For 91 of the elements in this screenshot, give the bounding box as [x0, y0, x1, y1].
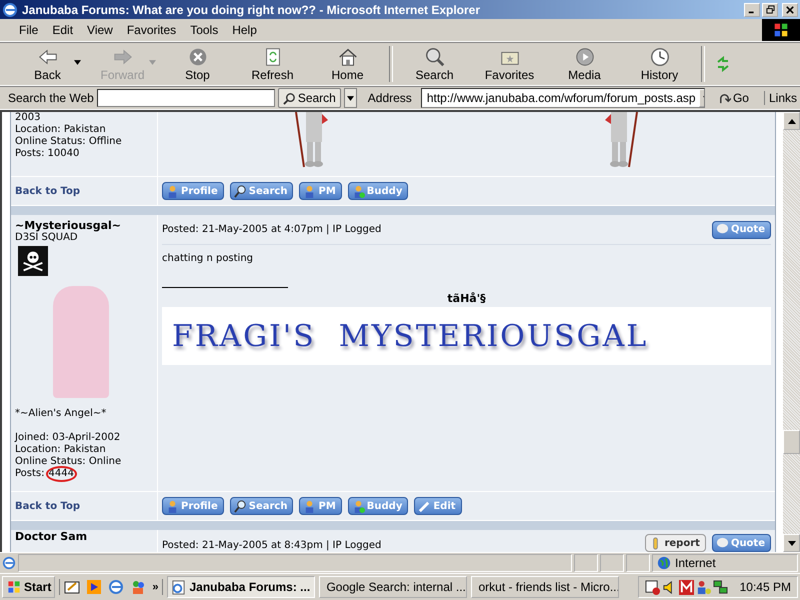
caret-icon[interactable] [74, 60, 81, 65]
messenger-icon[interactable] [130, 579, 146, 595]
post-date: Posted: 21-May-2005 at 8:43pm | IP Logged [162, 540, 382, 552]
search-icon [234, 500, 247, 512]
close-icon [786, 6, 794, 14]
desktop-icon[interactable] [64, 579, 80, 595]
post-count: 4444 [48, 468, 75, 480]
search-icon [234, 184, 247, 198]
page-icon [171, 580, 186, 594]
zone-label: Internet [675, 556, 716, 570]
person-icon [166, 500, 179, 512]
restore-button[interactable] [762, 2, 778, 16]
menu-item[interactable]: Tools [183, 23, 226, 37]
signature-banner: FRAGI'S MYSTERIOUSGAL [162, 307, 771, 365]
pirate-flag-icon [15, 246, 51, 276]
toolbar-button[interactable]: Stop [160, 44, 235, 84]
profile-info-text: Joined: 03-April-2002 [15, 432, 122, 444]
author-name[interactable]: Doctor Sam [15, 530, 153, 543]
clock: 10:45 PM [740, 580, 791, 594]
close-button[interactable] [782, 2, 798, 16]
scroll-up-button[interactable] [783, 112, 800, 130]
house-icon [336, 46, 358, 68]
windows-logo-icon [762, 19, 800, 41]
browser-icon [2, 2, 18, 18]
search-icon [424, 46, 446, 68]
search-button[interactable]: Search [278, 88, 341, 108]
toolbar-button[interactable]: Refresh [235, 44, 310, 84]
action-button[interactable]: report [645, 534, 706, 552]
taskbar-button[interactable]: Janubaba Forums: ... [167, 576, 316, 598]
start-button[interactable]: Start [2, 576, 56, 598]
menu-item[interactable]: Edit [45, 23, 80, 37]
network-icon[interactable] [712, 580, 728, 594]
profile-info-text: Online Status: Online [15, 456, 122, 468]
search-field[interactable] [96, 89, 275, 107]
caret-icon [346, 96, 354, 100]
post-body-text: chatting n posting [162, 253, 254, 265]
menu-item[interactable]: File [12, 23, 46, 37]
person-icon [166, 184, 179, 198]
toolbar-button[interactable]: Favorites [472, 44, 547, 84]
member-rank: D3SI SQUAD [15, 232, 79, 244]
post-count: 10040 [48, 148, 80, 160]
toolbar-button[interactable]: Back [10, 44, 85, 84]
back-to-top-link[interactable]: Back to Top [15, 186, 80, 196]
profile-info-text: Location: Pakistan [15, 444, 107, 456]
globe-icon [657, 556, 671, 570]
menu-item[interactable]: View [80, 23, 120, 37]
toolbar-button[interactable]: History [622, 44, 697, 84]
go-button[interactable]: Go [714, 91, 753, 105]
toolbar-button[interactable]: Search [397, 44, 472, 84]
browser-icon[interactable] [108, 579, 124, 595]
back-to-top-link[interactable]: Back to Top [15, 500, 80, 512]
profile-info-text: Location: Pakistan [15, 124, 107, 136]
restore-icon [766, 5, 774, 14]
page-icon [2, 556, 16, 570]
scroll-thumb[interactable] [783, 430, 800, 454]
minimize-button[interactable] [744, 2, 760, 16]
people-icon[interactable] [696, 580, 711, 594]
taskbar-button[interactable]: orkut - friends list - Micro... [471, 576, 620, 598]
go-arrow-icon [718, 92, 731, 104]
author-name[interactable]: ~Mysteriousgal~ [15, 219, 153, 232]
speech-bubble-icon [716, 536, 729, 550]
posts-label: Posts: [15, 468, 45, 480]
down-arrow-icon [788, 540, 796, 546]
up-arrow-icon [788, 118, 796, 124]
post-date: Posted: 21-May-2005 at 4:07pm | IP Logged [162, 224, 382, 236]
play-icon [574, 46, 596, 68]
mail-icon[interactable] [678, 580, 694, 594]
pencil-icon [418, 500, 432, 512]
media-player-icon[interactable] [86, 579, 102, 595]
profile-info-text: Online Status: Offline [15, 136, 123, 148]
member-title: *~Alien's Angel~* [15, 408, 108, 420]
more-button[interactable]: » [152, 581, 158, 593]
clock-icon [648, 46, 670, 68]
menu-item[interactable]: Help [225, 23, 264, 37]
calendar-icon[interactable] [644, 580, 660, 594]
speech-bubble-icon [716, 223, 729, 236]
posts-label: Posts: [15, 148, 45, 160]
search-label: Search the Web [8, 91, 94, 105]
toolbar-button[interactable]: Media [547, 44, 622, 84]
profile-info-text: 2003 [15, 112, 42, 124]
toolbar-button[interactable]: Home [310, 44, 385, 84]
windows-logo-icon [6, 579, 22, 595]
search-icon [282, 92, 296, 104]
address-field[interactable]: http://www.janubaba.com/wforum/forum_posts.asp [420, 88, 705, 108]
signature-name: tãHå'§ [446, 292, 487, 305]
menu-item[interactable]: Favorites [120, 23, 184, 37]
window-title: Janubaba Forums: What are you doing right now?? - Microsoft Internet Explorer [22, 2, 482, 16]
scroll-down-button[interactable] [783, 534, 800, 552]
taskbar-button[interactable]: Google Search: internal ... [319, 576, 468, 598]
address-label: Address [368, 91, 412, 105]
links-button[interactable]: Links [764, 91, 797, 105]
